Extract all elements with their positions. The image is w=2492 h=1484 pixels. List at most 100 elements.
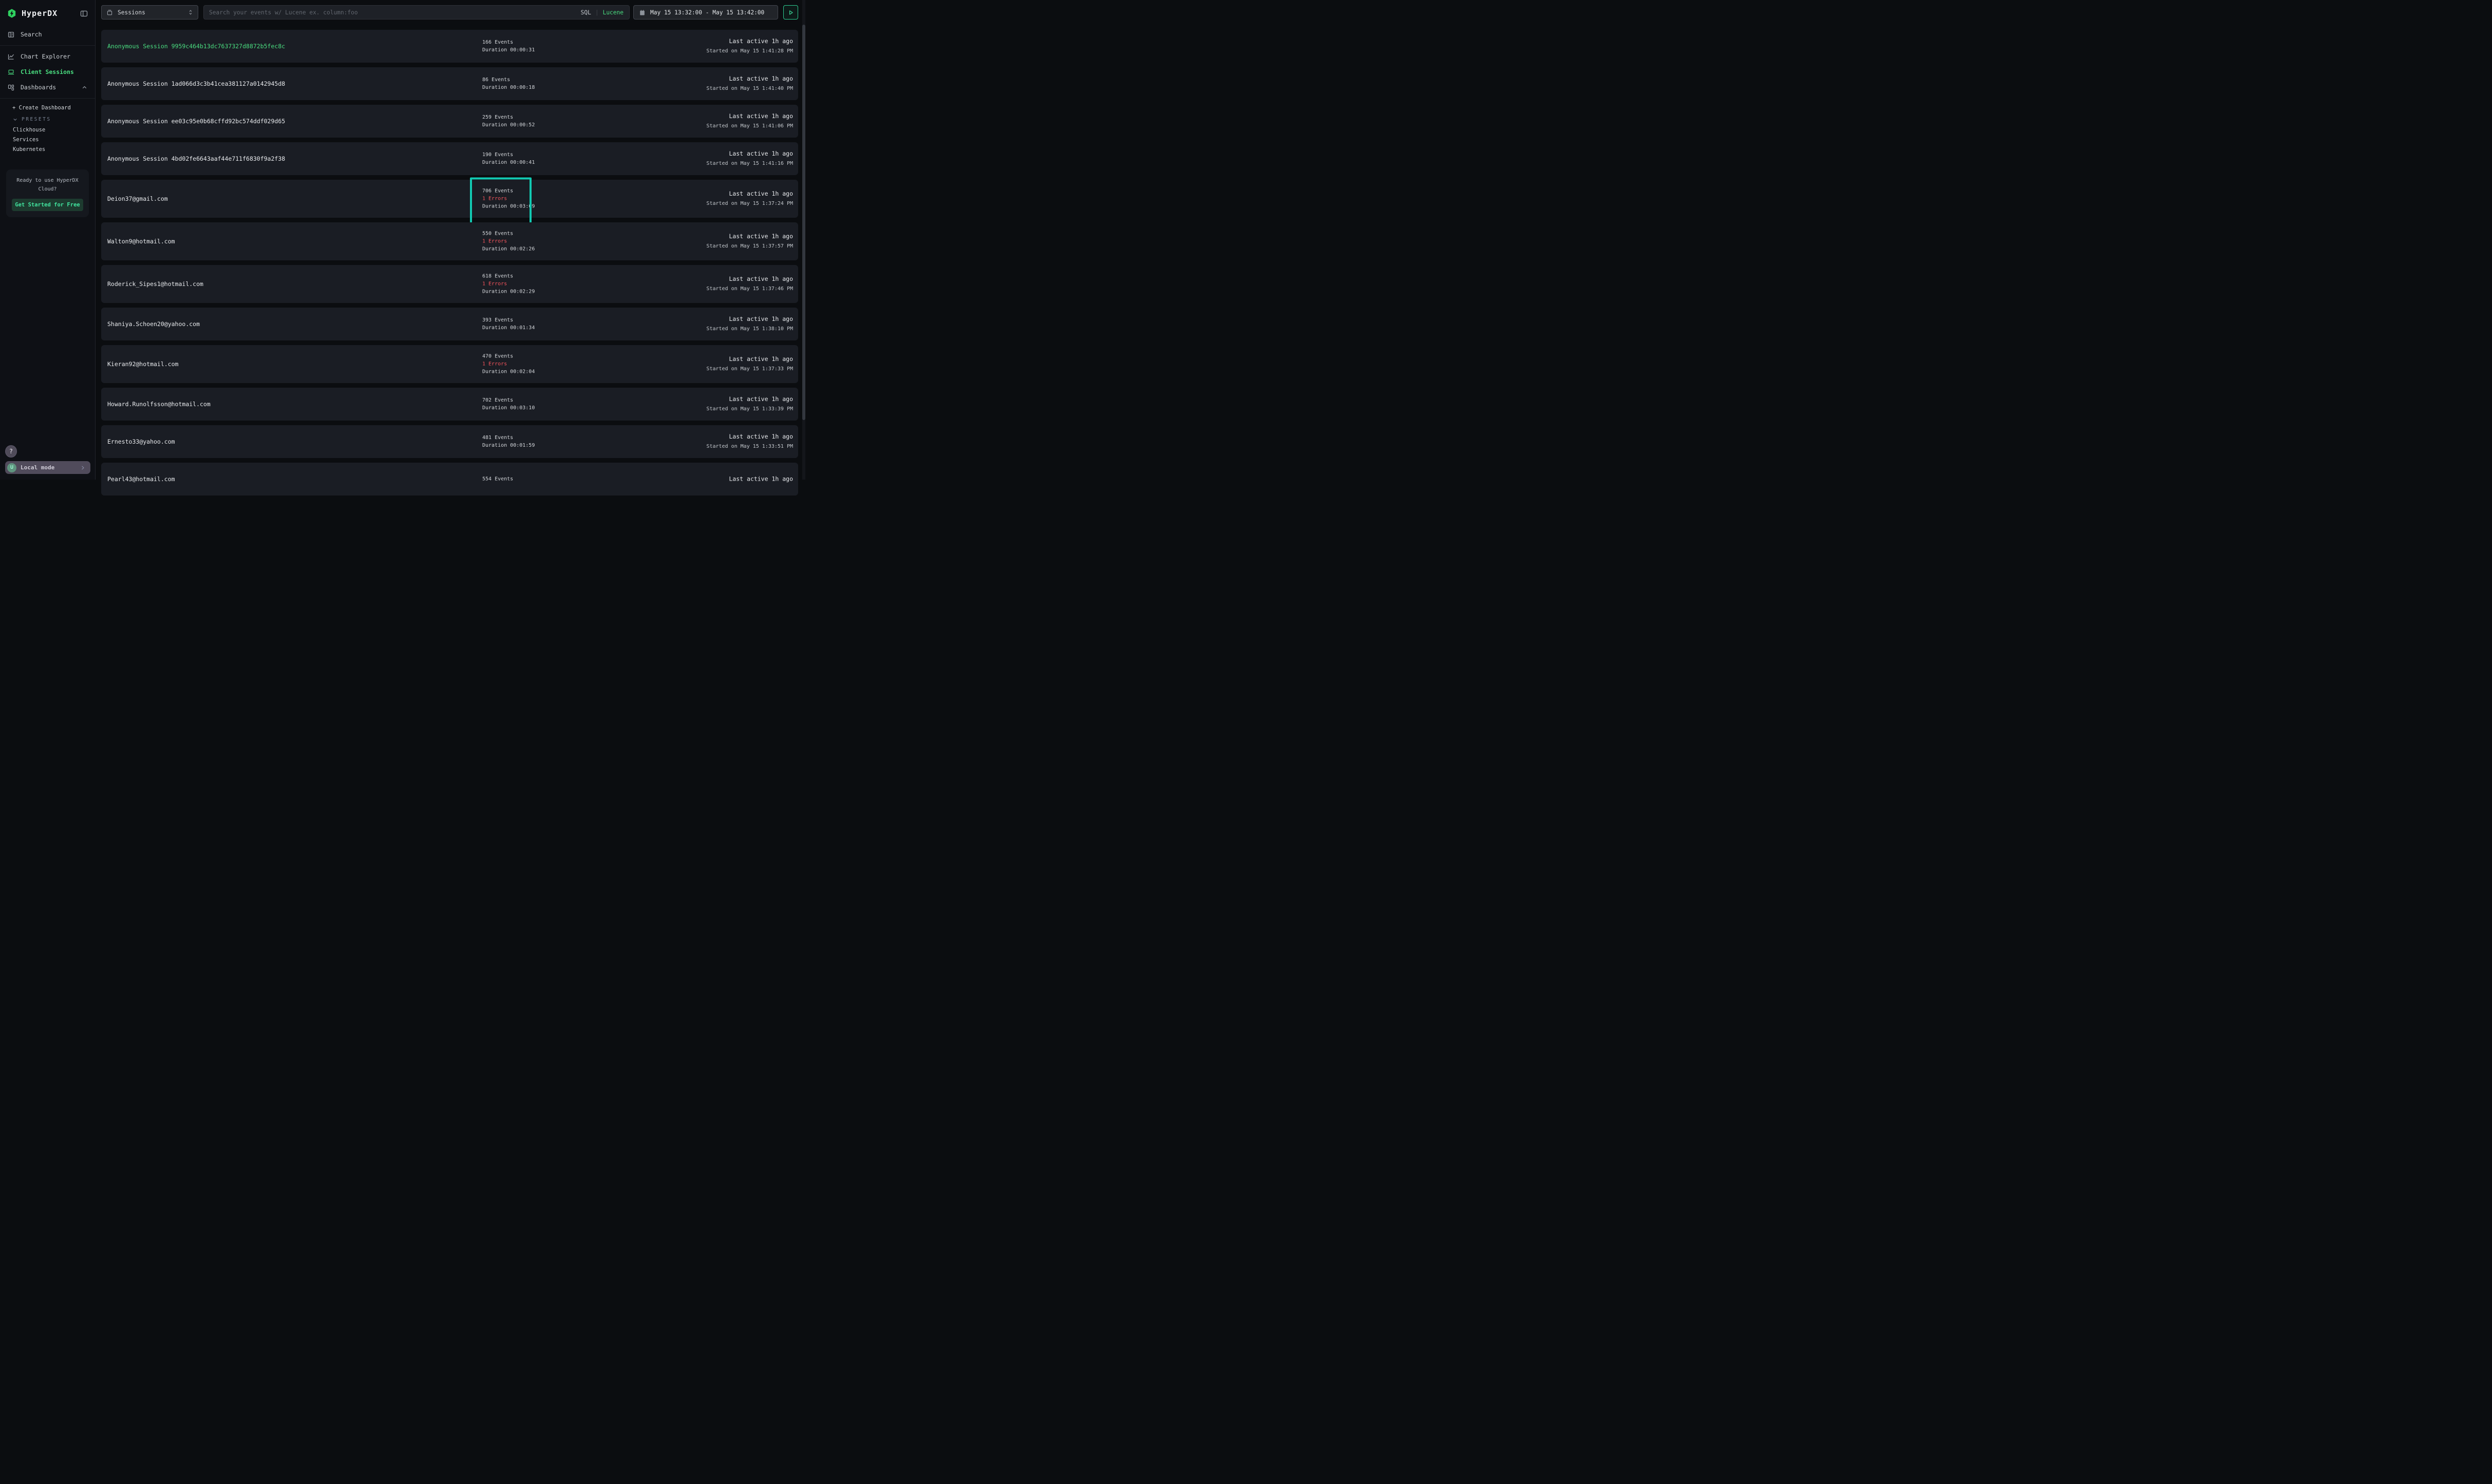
sidebar-item-chart-explorer[interactable]: Chart Explorer — [0, 49, 95, 64]
session-row[interactable]: Howard.Runolfsson@hotmail.com702 EventsD… — [101, 388, 798, 421]
session-row[interactable]: Ernesto33@yahoo.com481 EventsDuration 00… — [101, 425, 798, 458]
session-timing: Last active 1h agoStarted on May 15 1:37… — [706, 275, 793, 293]
query-language-toggle: SQL | Lucene — [581, 9, 629, 16]
session-duration: Duration 00:02:26 — [482, 245, 535, 253]
session-events: 86 Events — [482, 76, 535, 84]
divider — [0, 45, 95, 46]
session-errors: 1 Errors — [482, 195, 535, 203]
session-row[interactable]: Shaniya.Schoen20@yahoo.com393 EventsDura… — [101, 308, 798, 340]
session-title: Deion37@gmail.com — [107, 195, 168, 202]
session-timing: Last active 1h agoStarted on May 15 1:41… — [706, 150, 793, 167]
sidebar-item-search[interactable]: Search — [0, 27, 95, 42]
session-row[interactable]: Anonymous Session 9959c464b13dc7637327d8… — [101, 30, 798, 63]
session-row[interactable]: Kieran92@hotmail.com470 Events1 ErrorsDu… — [101, 345, 798, 383]
session-duration: Duration 00:03:09 — [482, 203, 535, 211]
session-events: 259 Events — [482, 113, 535, 121]
session-duration: Duration 00:00:18 — [482, 84, 535, 91]
mode-lucene[interactable]: Lucene — [603, 9, 624, 16]
session-row[interactable]: Walton9@hotmail.com550 Events1 ErrorsDur… — [101, 222, 798, 260]
session-row[interactable]: Anonymous Session 4bd02fe6643aaf44e711f6… — [101, 142, 798, 175]
sidebar: HyperDX Search Chart Explorer Client Ses… — [0, 0, 96, 480]
session-started: Started on May 15 1:41:16 PM — [706, 160, 793, 167]
select-chevrons-icon — [187, 9, 194, 15]
session-duration: Duration 00:02:04 — [482, 368, 535, 376]
session-title: Pearl43@hotmail.com — [107, 475, 175, 483]
session-timing: Last active 1h ago — [729, 475, 793, 483]
session-stats: 706 Events1 ErrorsDuration 00:03:09 — [482, 187, 535, 211]
session-duration: Duration 00:03:10 — [482, 404, 535, 412]
session-started: Started on May 15 1:37:33 PM — [706, 365, 793, 373]
source-select[interactable]: Sessions — [101, 5, 198, 20]
session-events: 166 Events — [482, 39, 535, 46]
chart-line-icon — [7, 53, 15, 61]
session-last-active: Last active 1h ago — [706, 233, 793, 240]
session-events: 481 Events — [482, 434, 535, 442]
scrollbar-thumb[interactable] — [802, 25, 805, 420]
sidebar-header: HyperDX — [0, 0, 95, 27]
session-last-active: Last active 1h ago — [706, 75, 793, 83]
session-row[interactable]: Roderick_Sipes1@hotmail.com618 Events1 E… — [101, 265, 798, 303]
session-last-active: Last active 1h ago — [706, 433, 793, 441]
session-started: Started on May 15 1:41:40 PM — [706, 85, 793, 92]
create-dashboard-button[interactable]: + Create Dashboard — [0, 102, 95, 114]
local-mode-button[interactable]: U Local mode — [5, 461, 90, 474]
main-content: Sessions SQL | Lucene May 15 13:32:00 - … — [96, 0, 805, 480]
session-events: 702 Events — [482, 396, 535, 404]
sidebar-item-dashboards[interactable]: Dashboards — [0, 80, 95, 95]
search-bar: SQL | Lucene — [203, 5, 630, 20]
presets-toggle[interactable]: PRESETS — [0, 114, 95, 125]
session-last-active: Last active 1h ago — [706, 395, 793, 403]
presets-label: PRESETS — [22, 117, 51, 122]
help-button[interactable]: ? — [5, 445, 17, 458]
source-select-value: Sessions — [118, 9, 183, 16]
session-started: Started on May 15 1:41:28 PM — [706, 47, 793, 55]
chevron-up-icon[interactable] — [81, 84, 88, 91]
sidebar-collapse-icon[interactable] — [80, 9, 88, 18]
sidebar-preset-services[interactable]: Services — [0, 135, 95, 144]
run-search-button[interactable] — [783, 5, 798, 20]
mode-divider: | — [595, 9, 599, 16]
sidebar-preset-kubernetes[interactable]: Kubernetes — [0, 144, 95, 154]
date-range-value: May 15 13:32:00 - May 15 13:42:00 — [650, 9, 764, 16]
session-started: Started on May 15 1:33:51 PM — [706, 443, 793, 450]
sidebar-item-label: Dashboards — [21, 84, 75, 91]
session-duration: Duration 00:01:34 — [482, 324, 535, 332]
session-events: 618 Events — [482, 273, 535, 280]
session-row[interactable]: Anonymous Session 1ad066d3c3b41cea381127… — [101, 67, 798, 100]
session-stats: 550 Events1 ErrorsDuration 00:02:26 — [482, 230, 535, 253]
hyperdx-logo-icon — [7, 8, 17, 18]
session-stats: 190 EventsDuration 00:00:41 — [482, 151, 535, 166]
session-row[interactable]: Deion37@gmail.com 706 Events1 ErrorsDurat… — [101, 180, 798, 218]
session-timing: Last active 1h agoStarted on May 15 1:41… — [706, 112, 793, 130]
session-title: Anonymous Session 4bd02fe6643aaf44e711f6… — [107, 155, 285, 162]
play-icon — [787, 9, 794, 16]
session-started: Started on May 15 1:41:06 PM — [706, 122, 793, 130]
scrollbar-track — [802, 0, 805, 480]
date-range-picker[interactable]: May 15 13:32:00 - May 15 13:42:00 — [633, 5, 778, 20]
sidebar-item-label: Client Sessions — [21, 68, 74, 75]
user-avatar: U — [7, 463, 16, 472]
sidebar-item-client-sessions[interactable]: Client Sessions — [0, 64, 95, 80]
get-started-button[interactable]: Get Started for Free — [12, 199, 83, 211]
session-duration: Duration 00:00:52 — [482, 121, 535, 129]
session-row[interactable]: Anonymous Session ee03c95e0b68cffd92bc57… — [101, 105, 798, 138]
mode-sql[interactable]: SQL — [581, 9, 591, 16]
session-timing: Last active 1h ago Started on May 15 1:41… — [706, 37, 793, 55]
session-last-active: Last active 1h ago — [706, 37, 793, 45]
dashboard-grid-icon — [7, 84, 15, 91]
source-icon — [106, 9, 113, 16]
session-events: 190 Events — [482, 151, 535, 159]
session-stats: 554 Events — [482, 475, 513, 483]
session-duration: Duration 00:02:29 — [482, 288, 535, 296]
cloud-promo-text: Ready to use HyperDXCloud? — [12, 176, 83, 194]
session-stats: 86 EventsDuration 00:00:18 — [482, 76, 535, 91]
app-root: HyperDX Search Chart Explorer Client Ses… — [0, 0, 805, 480]
session-last-active: Last active 1h ago — [706, 190, 793, 198]
calendar-icon — [639, 9, 646, 16]
cloud-promo-card: Ready to use HyperDXCloud? Get Started f… — [6, 169, 89, 217]
session-row[interactable]: Pearl43@hotmail.com 554 Events Last active… — [101, 463, 798, 496]
search-input[interactable] — [204, 9, 581, 16]
sidebar-preset-clickhouse[interactable]: Clickhouse — [0, 125, 95, 135]
session-timing: Last active 1h agoStarted on May 15 1:37… — [706, 190, 793, 207]
session-events: 393 Events — [482, 316, 535, 324]
